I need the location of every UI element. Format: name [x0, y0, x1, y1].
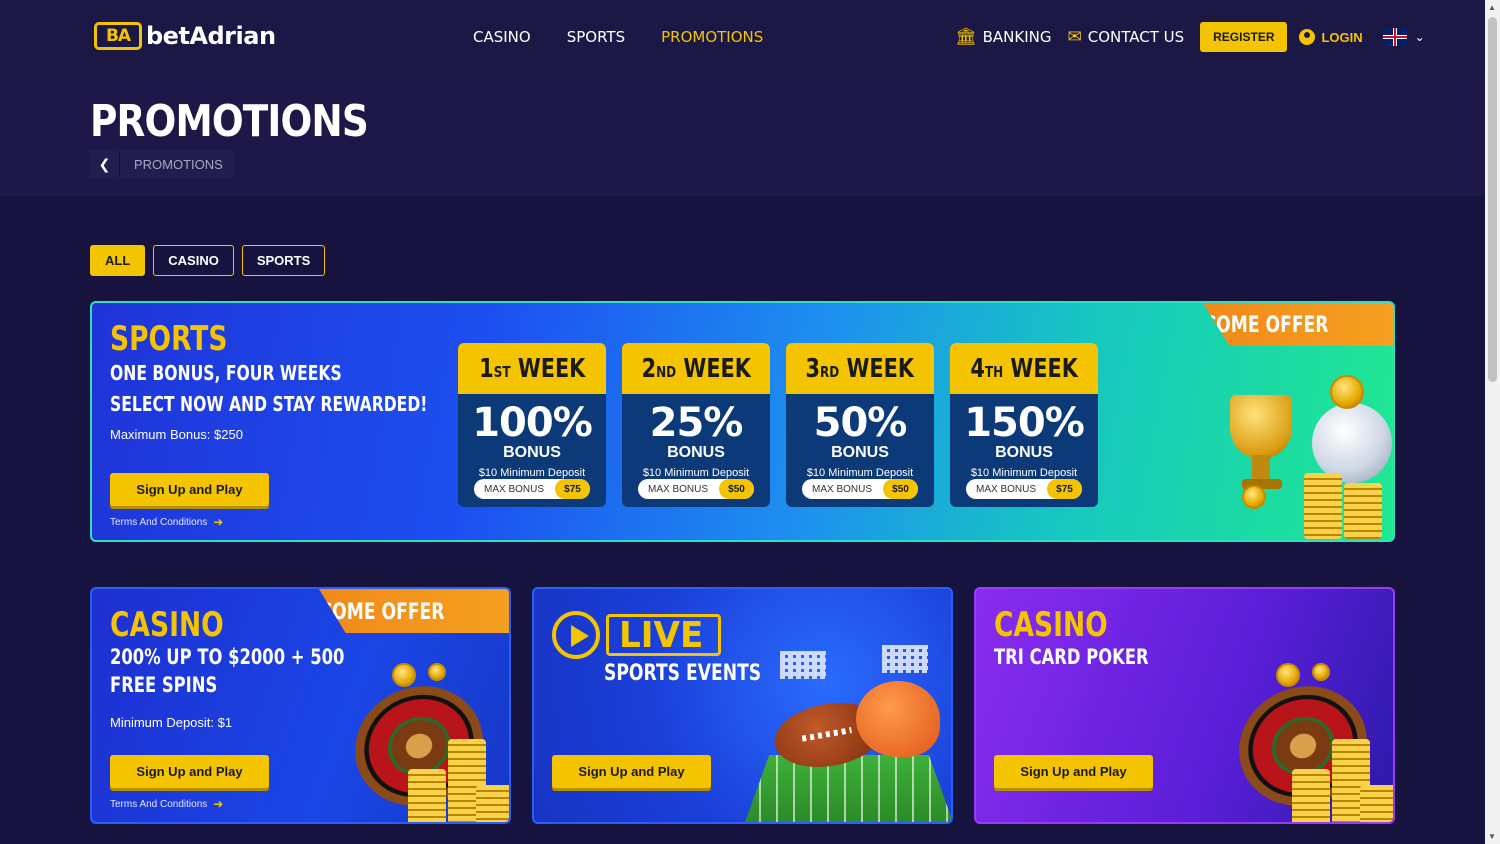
poker-title: TRI CARD POKER	[994, 645, 1149, 669]
week-percent: 100%	[472, 400, 593, 446]
nav-casino[interactable]: CASINO	[473, 28, 531, 46]
page-scrollbar[interactable]: ▲ ▼	[1485, 0, 1500, 844]
live-sports-subtitle: SPORTS EVENTS	[604, 661, 762, 686]
week-header: 3RD WEEK	[786, 343, 934, 394]
week-min-deposit: $10 Minimum Deposit	[642, 467, 750, 479]
sports-promo-card: SPORTS ONE BONUS, FOUR WEEKS SELECT NOW …	[90, 301, 1395, 542]
live-badge: LIVE	[606, 614, 721, 656]
week-header: 2ND WEEK	[622, 343, 770, 394]
week-header: 1ST WEEK	[458, 343, 606, 394]
casino-signup-button[interactable]: Sign Up and Play	[110, 755, 269, 788]
uk-flag-icon[interactable]	[1382, 28, 1407, 46]
banking-label: BANKING	[982, 28, 1052, 46]
week-percent: 150%	[964, 400, 1085, 446]
welcome-offer-ribbon: WELCOME OFFER	[1203, 303, 1393, 346]
week-card: 4TH WEEK 150% BONUS $10 Minimum Deposit …	[950, 343, 1098, 507]
chevron-down-icon[interactable]: ⌄	[1415, 30, 1425, 44]
header-actions: 🏛 BANKING ✉ CONTACT US REGISTER LOGIN ⌄	[955, 22, 1425, 52]
week-max-bonus: MAX BONUS $50	[802, 479, 918, 499]
bank-icon: 🏛	[955, 27, 977, 47]
week-percent: 25%	[649, 400, 744, 446]
site-header: BA betAdrian CASINO SPORTS PROMOTIONS 🏛 …	[0, 0, 1485, 74]
main-nav: CASINO SPORTS PROMOTIONS	[473, 28, 763, 46]
week-percent: 50%	[813, 400, 908, 446]
scroll-down-arrow-icon[interactable]: ▼	[1488, 832, 1496, 841]
week-min-deposit: $10 Minimum Deposit	[478, 467, 586, 479]
week-max-bonus: MAX BONUS $75	[474, 479, 590, 499]
week-header: 4TH WEEK	[950, 343, 1098, 394]
contact-label: CONTACT US	[1087, 28, 1185, 46]
play-icon	[552, 611, 600, 659]
casino-heading: CASINO	[110, 605, 224, 645]
casino-offer-line2: FREE SPINS	[110, 673, 218, 697]
nav-sports[interactable]: SPORTS	[567, 28, 625, 46]
week-bonus-label: BONUS	[995, 444, 1053, 461]
logo-mark-icon: BA	[94, 22, 142, 50]
casino-terms-link[interactable]: Terms And Conditions ➜	[110, 797, 223, 811]
filter-sports[interactable]: SPORTS	[241, 245, 326, 276]
weekly-bonus-list: 1ST WEEK 100% BONUS $10 Minimum Deposit …	[458, 343, 1098, 507]
filter-all[interactable]: ALL	[90, 245, 146, 276]
welcome-offer-label: WELCOME OFFER	[277, 600, 445, 625]
week-bonus-label: BONUS	[667, 444, 725, 461]
casino-welcome-card: CASINO 200% UP TO $2000 + 500 FREE SPINS…	[90, 587, 511, 824]
promo-filters: ALL CASINO SPORTS	[90, 245, 326, 276]
login-button[interactable]: LOGIN	[1299, 29, 1363, 45]
sports-line2: SELECT NOW AND STAY REWARDED!	[110, 392, 428, 416]
user-icon	[1299, 29, 1316, 45]
register-button[interactable]: REGISTER	[1200, 22, 1288, 52]
live-signup-button[interactable]: Sign Up and Play	[552, 755, 711, 788]
sports-line1: ONE BONUS, FOUR WEEKS	[110, 361, 342, 385]
poker-signup-button[interactable]: Sign Up and Play	[994, 755, 1153, 788]
week-min-deposit: $10 Minimum Deposit	[806, 467, 914, 479]
scroll-up-arrow-icon[interactable]: ▲	[1488, 3, 1496, 12]
sports-terms-label: Terms And Conditions	[110, 516, 208, 528]
sports-heading: SPORTS	[110, 319, 228, 359]
week-card: 3RD WEEK 50% BONUS $10 Minimum Deposit M…	[786, 343, 934, 507]
casino-offer-line1: 200% UP TO $2000 + 500	[110, 645, 345, 669]
brand-name: betAdrian	[146, 22, 276, 50]
sports-terms-link[interactable]: Terms And Conditions ➜	[110, 515, 223, 529]
arrow-right-icon: ➜	[213, 797, 224, 811]
welcome-offer-label: WELCOME OFFER	[1161, 313, 1329, 338]
contact-link[interactable]: ✉ CONTACT US	[1067, 27, 1184, 47]
week-bonus-label: BONUS	[831, 444, 889, 461]
banking-link[interactable]: 🏛 BANKING	[955, 27, 1051, 47]
breadcrumb: ❮ PROMOTIONS	[90, 150, 235, 178]
live-logo: LIVE	[552, 611, 721, 659]
poker-heading: CASINO	[994, 605, 1108, 645]
login-label: LOGIN	[1321, 29, 1363, 45]
page-title: PROMOTIONS	[90, 96, 369, 147]
breadcrumb-current: PROMOTIONS	[134, 156, 223, 172]
casino-terms-label: Terms And Conditions	[110, 798, 208, 810]
week-card: 2ND WEEK 25% BONUS $10 Minimum Deposit M…	[622, 343, 770, 507]
week-max-bonus: MAX BONUS $50	[638, 479, 754, 499]
sports-signup-button[interactable]: Sign Up and Play	[110, 473, 269, 506]
sports-max-bonus: Maximum Bonus: $250	[110, 427, 243, 442]
arrow-right-icon: ➜	[213, 515, 224, 529]
nav-promotions[interactable]: PROMOTIONS	[661, 28, 763, 46]
casino-min-deposit: Minimum Deposit: $1	[110, 715, 233, 730]
back-chevron-icon[interactable]: ❮	[90, 150, 120, 178]
tri-card-poker-card: CASINO TRI CARD POKER Sign Up and Play	[974, 587, 1395, 824]
welcome-offer-ribbon: WELCOME OFFER	[319, 589, 509, 633]
filter-casino[interactable]: CASINO	[153, 245, 234, 276]
week-card: 1ST WEEK 100% BONUS $10 Minimum Deposit …	[458, 343, 606, 507]
live-sports-card: LIVE SPORTS EVENTS Sign Up and Play	[532, 587, 953, 824]
scroll-thumb[interactable]	[1488, 17, 1497, 382]
week-bonus-label: BONUS	[503, 444, 561, 461]
brand-logo[interactable]: BA betAdrian	[94, 22, 276, 50]
envelope-icon: ✉	[1067, 27, 1082, 47]
week-min-deposit: $10 Minimum Deposit	[970, 467, 1078, 479]
week-max-bonus: MAX BONUS $75	[966, 479, 1082, 499]
